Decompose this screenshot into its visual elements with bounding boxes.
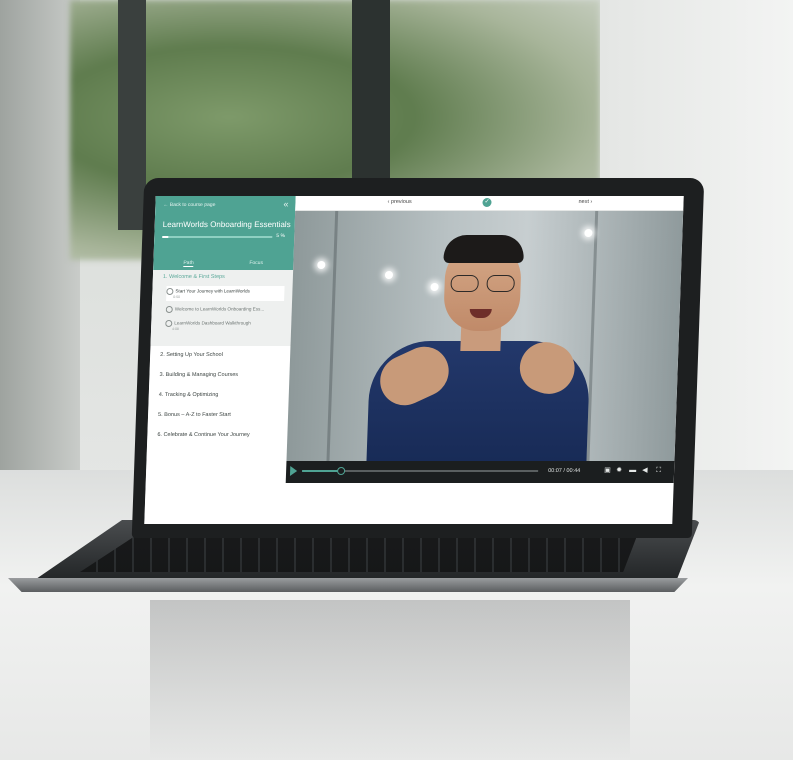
course-progress-fill <box>162 236 168 238</box>
document-icon <box>165 306 173 313</box>
timecode: 00:07 / 00:44 <box>548 468 581 474</box>
settings-icon[interactable]: ✹ <box>616 467 622 475</box>
next-button[interactable]: next › <box>578 199 592 205</box>
section-title[interactable]: 1. Welcome & First Steps <box>163 274 225 280</box>
presenter-glasses <box>450 275 515 292</box>
section-item[interactable]: 6. Celebrate & Continue Your Journey <box>157 432 250 438</box>
video-icon <box>165 320 173 327</box>
lesson-title: Welcome to LearnWorlds Onboarding Ess... <box>174 306 265 312</box>
fullscreen-icon[interactable]: ⛶ <box>656 467 661 475</box>
course-title: LearnWorlds Onboarding Essentials <box>162 220 291 229</box>
back-to-course-link[interactable]: ← Back to course page <box>163 202 215 208</box>
section-item[interactable]: 4. Tracking & Optimizing <box>159 392 219 398</box>
lesson-item[interactable]: Start Your Journey with LearnWorlds 0:50 <box>166 286 285 301</box>
course-progress-bar <box>162 236 273 238</box>
tab-focus[interactable]: Focus <box>249 260 263 266</box>
video-frame[interactable] <box>286 211 684 461</box>
presenter-hair <box>443 235 525 263</box>
section-item[interactable]: 2. Setting Up Your School <box>160 352 223 358</box>
window-left <box>0 0 80 470</box>
course-sidebar: ← Back to course page « LearnWorlds Onbo… <box>144 196 296 524</box>
seek-bar-played <box>302 470 340 472</box>
window-frame <box>118 0 146 230</box>
window-frame <box>352 0 390 190</box>
video-controls: 00:07 / 00:44 ▣ ✹ ▬ ◀ ⛶ <box>285 461 675 483</box>
check-icon[interactable]: ✓ <box>482 198 492 207</box>
lesson-navbar: ‹ previous ✓ next › <box>295 196 684 211</box>
lesson-item[interactable]: LearnWorlds Dashboard Walkthrough 4:08 <box>165 320 283 331</box>
volume-icon[interactable]: ◀ <box>642 467 648 475</box>
lesson-title: Start Your Journey with LearnWorlds <box>175 288 250 294</box>
sidebar-tabs: Path Focus <box>153 258 294 270</box>
lesson-item[interactable]: Welcome to LearnWorlds Onboarding Ess... <box>165 306 284 313</box>
seek-handle[interactable] <box>336 467 346 475</box>
tab-path[interactable]: Path <box>183 260 194 267</box>
table-reflection <box>150 600 630 760</box>
laptop-screen: ← Back to course page « LearnWorlds Onbo… <box>144 196 684 524</box>
section-expanded: 1. Welcome & First Steps Start Your Jour… <box>150 270 294 346</box>
lesson-meta: 4:08 <box>172 327 179 331</box>
course-progress-label: 5 % <box>276 233 286 239</box>
background-glass <box>326 211 339 461</box>
previous-button[interactable]: ‹ previous <box>387 199 411 205</box>
seek-bar[interactable] <box>302 467 539 475</box>
play-icon[interactable] <box>289 466 298 476</box>
collapse-sidebar-icon[interactable]: « <box>283 199 288 209</box>
ceiling-light <box>317 261 326 269</box>
speed-icon[interactable]: ▬ <box>629 467 636 475</box>
presenter <box>356 231 604 461</box>
video-icon <box>166 288 174 295</box>
lesson-meta: 0:50 <box>173 295 181 299</box>
section-item[interactable]: 5. Bonus – A-Z to Faster Start <box>158 412 231 418</box>
lesson-title: LearnWorlds Dashboard Walkthrough <box>174 320 251 326</box>
laptop-base-edge <box>8 578 688 592</box>
section-item[interactable]: 3. Building & Managing Courses <box>159 372 238 378</box>
sidebar-header: ← Back to course page « LearnWorlds Onbo… <box>153 196 296 258</box>
subtitles-icon[interactable]: ▣ <box>604 467 611 475</box>
